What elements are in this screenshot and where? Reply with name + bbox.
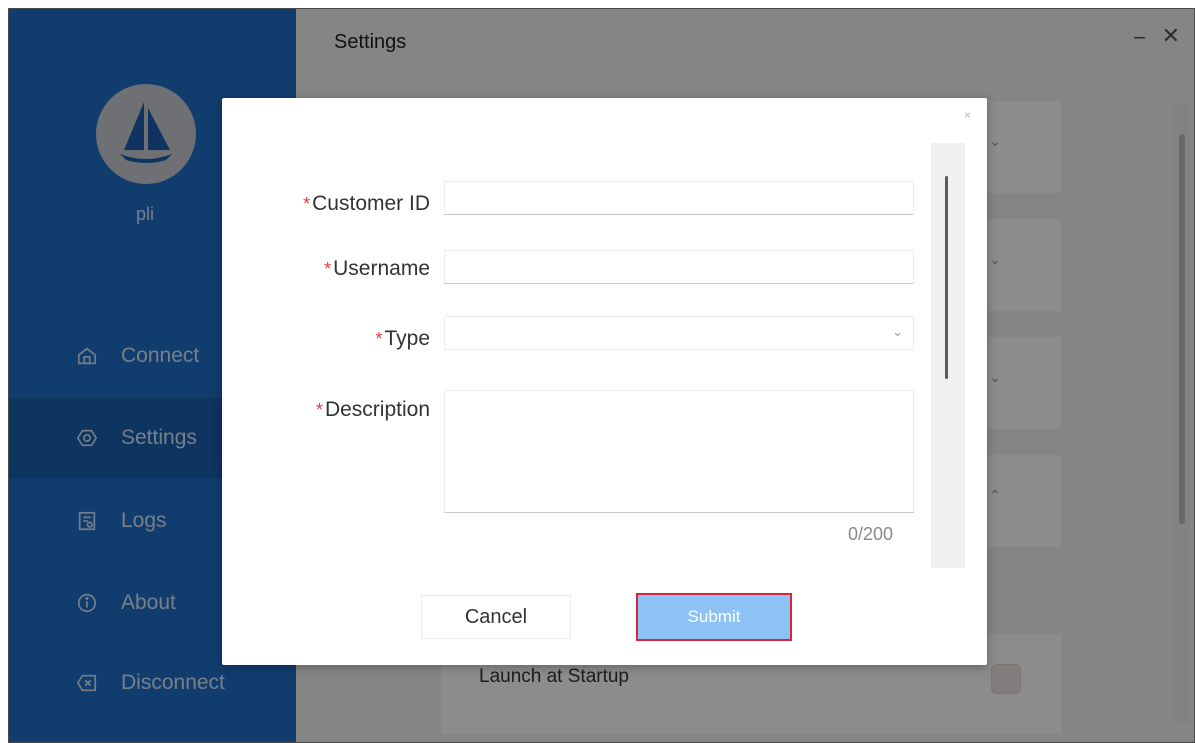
description-textarea[interactable] bbox=[444, 390, 914, 513]
cancel-button[interactable]: Cancel bbox=[421, 595, 571, 639]
required-mark: * bbox=[324, 259, 332, 279]
required-mark: * bbox=[303, 194, 311, 214]
form-scrollbar[interactable] bbox=[931, 143, 965, 568]
customer-id-label: *Customer ID bbox=[303, 192, 430, 215]
chevron-down-icon: ⌄ bbox=[892, 324, 903, 339]
username-label: *Username bbox=[324, 257, 430, 280]
customer-id-input[interactable] bbox=[444, 181, 914, 215]
feedback-dialog: × *Customer ID *Username *Type ⌄ *Descri… bbox=[222, 98, 987, 665]
required-mark: * bbox=[315, 400, 323, 420]
required-mark: * bbox=[375, 329, 383, 349]
type-label: *Type bbox=[375, 327, 430, 350]
close-icon[interactable]: × bbox=[964, 108, 971, 122]
form-scrollbar-thumb[interactable] bbox=[945, 176, 948, 379]
description-label: *Description bbox=[315, 398, 430, 421]
username-input[interactable] bbox=[444, 250, 914, 284]
type-select[interactable]: ⌄ bbox=[444, 316, 914, 350]
description-char-count: 0/200 bbox=[848, 524, 894, 544]
submit-button[interactable]: Submit bbox=[636, 593, 792, 641]
